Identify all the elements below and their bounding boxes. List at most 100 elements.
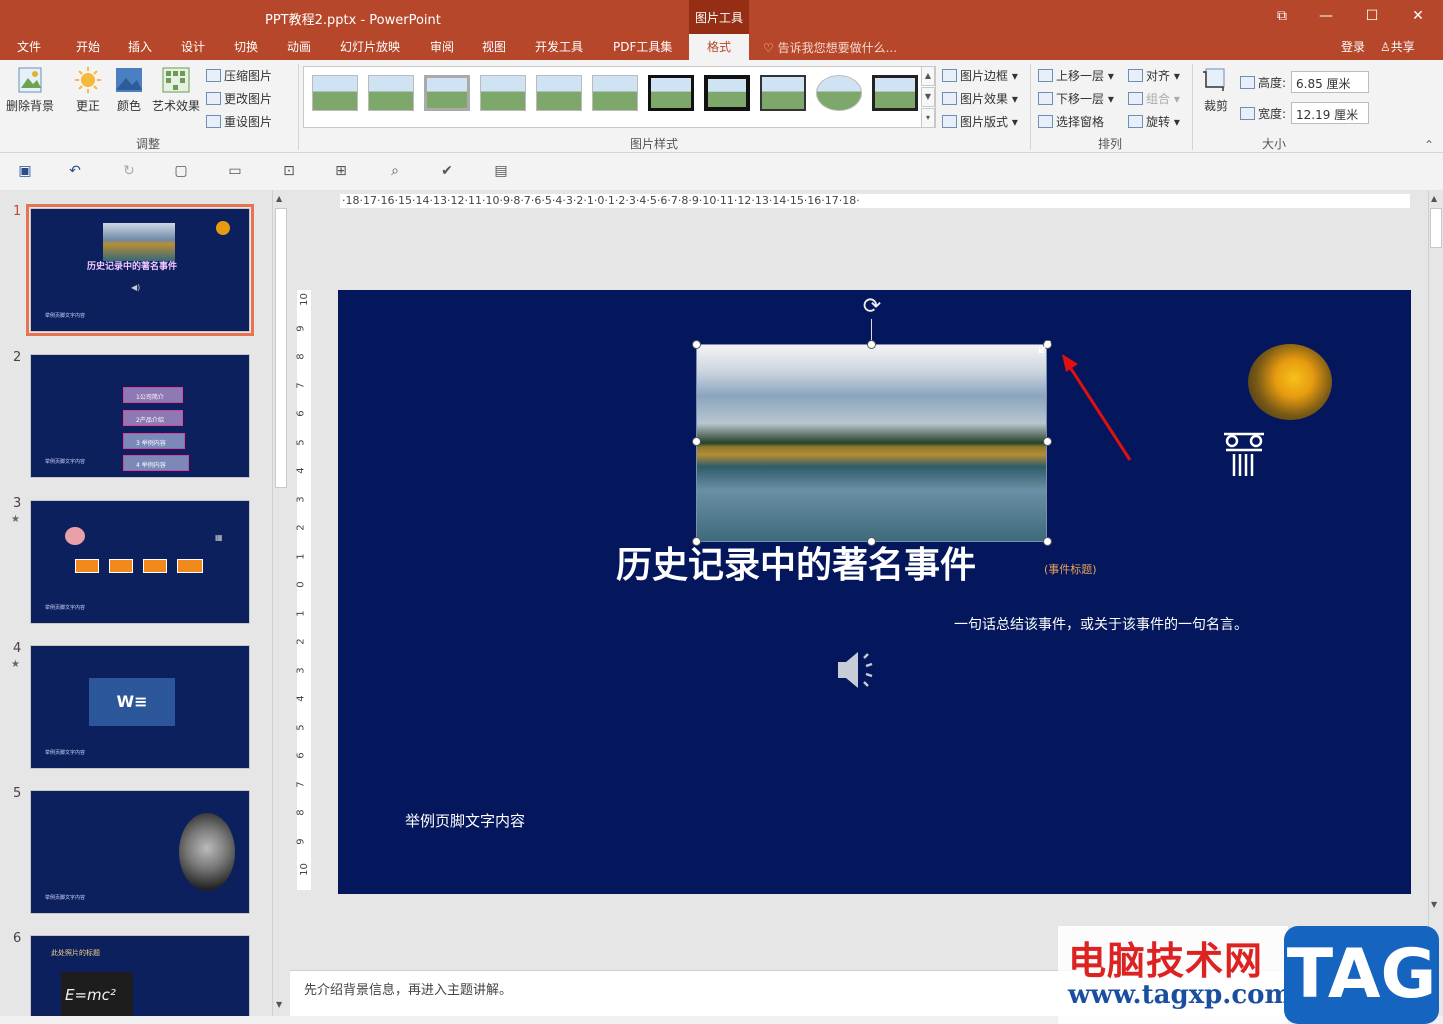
remove-background-button[interactable]: 删除背景 xyxy=(4,66,56,114)
slide-thumbnail-3[interactable]: ▦ 举例页脚文字内容 xyxy=(30,500,250,624)
slide-thumbnail-4[interactable]: W≡ 举例页脚文字内容 xyxy=(30,645,250,769)
slide-title[interactable]: 历史记录中的著名事件 xyxy=(616,536,976,588)
slide-thumbnail-5[interactable]: 举例页脚文字内容 xyxy=(30,790,250,914)
maximize-button[interactable]: ☐ xyxy=(1352,4,1392,28)
picture-layout-button[interactable]: 图片版式 ▾ xyxy=(942,113,1018,130)
vertical-ruler-number: 3 xyxy=(295,495,307,503)
login-link[interactable]: 登录 xyxy=(1341,38,1365,55)
tab-file[interactable]: 文件 xyxy=(17,38,41,55)
tab-review[interactable]: 审阅 xyxy=(430,38,454,55)
vertical-ruler-number: 2 xyxy=(295,524,307,531)
new-slide-icon[interactable]: ▢ xyxy=(172,163,190,179)
present-icon[interactable]: ⊞ xyxy=(332,163,350,179)
save-icon[interactable]: ▣ xyxy=(16,163,34,179)
close-button[interactable]: ✕ xyxy=(1398,4,1438,28)
style-drop-shadow[interactable] xyxy=(480,75,526,111)
scroll-thumb[interactable] xyxy=(1430,208,1442,248)
scroll-down-icon[interactable]: ▼ xyxy=(276,1000,282,1009)
gallery-scroll-down[interactable]: ▼ xyxy=(921,87,935,107)
send-backward-button[interactable]: 下移一层 ▾ xyxy=(1038,90,1114,107)
ribbon-display-options-button[interactable]: ⧉ xyxy=(1262,4,1302,28)
redo-icon[interactable]: ↻ xyxy=(120,163,138,179)
slide-thumbnail-2[interactable]: 1公司简介 2产品介绍 3 举例内容 4 举例内容 举例页脚文字内容 xyxy=(30,354,250,478)
reset-picture-icon xyxy=(206,115,221,128)
resize-handle-top[interactable] xyxy=(867,340,876,349)
style-black-frame[interactable] xyxy=(648,75,694,111)
picture-styles-gallery[interactable] xyxy=(303,66,936,128)
tab-pdf-tools[interactable]: PDF工具集 xyxy=(613,38,672,55)
rotate-objects-button[interactable]: 旋转 ▾ xyxy=(1128,113,1180,130)
collapse-ribbon-icon[interactable]: ⌃ xyxy=(1424,138,1434,152)
scroll-down-icon[interactable]: ▼ xyxy=(1431,900,1437,909)
style-oval[interactable] xyxy=(816,75,862,111)
current-slide[interactable]: ⟳ ⤢ 历史记录中的著名事件 (事件标题) 一句话总结该事件，或关于该事件的一句… xyxy=(338,290,1411,894)
tab-design[interactable]: 设计 xyxy=(181,38,205,55)
bring-forward-button[interactable]: 上移一层 ▾ xyxy=(1038,67,1114,84)
minimize-button[interactable]: — xyxy=(1306,4,1346,28)
style-shadow-rectangle[interactable] xyxy=(760,75,806,111)
compress-pictures-button[interactable]: 压缩图片 xyxy=(206,67,272,84)
pillar-icon[interactable] xyxy=(1220,428,1268,478)
tell-me-search[interactable]: ♡ 告诉我您想要做什么... xyxy=(763,39,897,56)
resize-handle-left[interactable] xyxy=(692,437,701,446)
style-metal-frame[interactable] xyxy=(424,75,470,111)
tab-animations[interactable]: 动画 xyxy=(287,38,311,55)
from-beginning-icon[interactable]: ⊡ xyxy=(280,163,298,179)
selection-pane-button[interactable]: 选择窗格 xyxy=(1038,113,1104,130)
tab-format[interactable]: 格式 xyxy=(689,34,749,60)
crop-button[interactable]: 裁剪 xyxy=(1198,66,1234,114)
share-button[interactable]: ♙共享 xyxy=(1380,38,1415,55)
align-button[interactable]: 对齐 ▾ xyxy=(1128,67,1180,84)
undo-icon[interactable]: ↶ xyxy=(66,163,84,179)
style-thick-black-frame[interactable] xyxy=(704,75,750,111)
style-beveled[interactable] xyxy=(368,75,414,111)
reset-picture-button[interactable]: 重设图片 xyxy=(206,113,272,130)
style-compound-frame[interactable] xyxy=(872,75,918,111)
color-button[interactable]: 颜色 xyxy=(112,66,146,114)
style-simple-frame[interactable] xyxy=(312,75,358,111)
scroll-thumb[interactable] xyxy=(275,208,287,488)
spell-check-icon[interactable]: ✔ xyxy=(438,163,456,179)
slide-thumbnail-6[interactable]: 此处照片的标题 E=mc² xyxy=(30,935,250,1016)
artistic-effects-button[interactable]: 艺术效果 xyxy=(150,66,202,114)
picture-border-button[interactable]: 图片边框 ▾ xyxy=(942,67,1018,84)
touch-mode-icon[interactable]: ▤ xyxy=(492,163,510,179)
tab-transitions[interactable]: 切换 xyxy=(234,38,258,55)
width-input[interactable]: 12.19 厘米 xyxy=(1291,102,1369,124)
picture-effects-button[interactable]: 图片效果 ▾ xyxy=(942,90,1018,107)
style-reflected[interactable] xyxy=(536,75,582,111)
gallery-more[interactable]: ▾ xyxy=(921,108,935,128)
change-picture-button[interactable]: 更改图片 xyxy=(206,90,272,107)
height-input[interactable]: 6.85 厘米 xyxy=(1291,71,1369,93)
tab-insert[interactable]: 插入 xyxy=(128,38,152,55)
tab-developer[interactable]: 开发工具 xyxy=(535,38,583,55)
style-soft-edge[interactable] xyxy=(592,75,638,111)
slide-title-subtitle[interactable]: (事件标题) xyxy=(1044,561,1097,577)
group-objects-button[interactable]: 组合 ▾ xyxy=(1128,90,1180,107)
slide-number: 3 xyxy=(13,496,22,511)
resize-handle-bottom-right[interactable] xyxy=(1043,537,1052,546)
print-preview-icon[interactable]: ⌕ xyxy=(386,163,404,179)
notes-text[interactable]: 先介绍背景信息，再进入主题讲解。 xyxy=(304,979,512,998)
rotate-handle-icon[interactable]: ⟳ xyxy=(860,296,884,320)
editor-scrollbar[interactable]: ▲ ▼ xyxy=(1428,190,1443,970)
layout-icon[interactable]: ▭ xyxy=(226,163,244,179)
diagonal-resize-cursor-icon: ⤢ xyxy=(1038,337,1051,356)
speaker-audio-icon[interactable] xyxy=(834,646,884,694)
thumbnail-scrollbar[interactable]: ▲ ▼ xyxy=(272,190,290,1016)
corrections-button[interactable]: 更正 xyxy=(70,66,106,114)
slide-footer-text[interactable]: 举例页脚文字内容 xyxy=(405,810,525,831)
maple-leaf-picture[interactable] xyxy=(1248,344,1332,420)
resize-handle-right[interactable] xyxy=(1043,437,1052,446)
tab-home[interactable]: 开始 xyxy=(76,38,100,55)
slide-quote-text[interactable]: 一句话总结该事件，或关于该事件的一句名言。 xyxy=(908,616,1248,634)
resize-handle-top-left[interactable] xyxy=(692,340,701,349)
tab-slideshow[interactable]: 幻灯片放映 xyxy=(340,38,400,55)
selected-landscape-picture[interactable] xyxy=(696,344,1047,542)
slide-thumbnail-1[interactable]: 历史记录中的著名事件 ◀) 举例页脚文字内容 xyxy=(26,204,254,336)
scroll-up-icon[interactable]: ▲ xyxy=(276,194,282,203)
tab-view[interactable]: 视图 xyxy=(482,38,506,55)
quick-access-toolbar: ▣ ↶ ↻ ▢ ▭ ⊡ ⊞ ⌕ ✔ ▤ xyxy=(0,153,1443,190)
scroll-up-icon[interactable]: ▲ xyxy=(1431,194,1437,203)
gallery-scroll-up[interactable]: ▲ xyxy=(921,66,935,86)
